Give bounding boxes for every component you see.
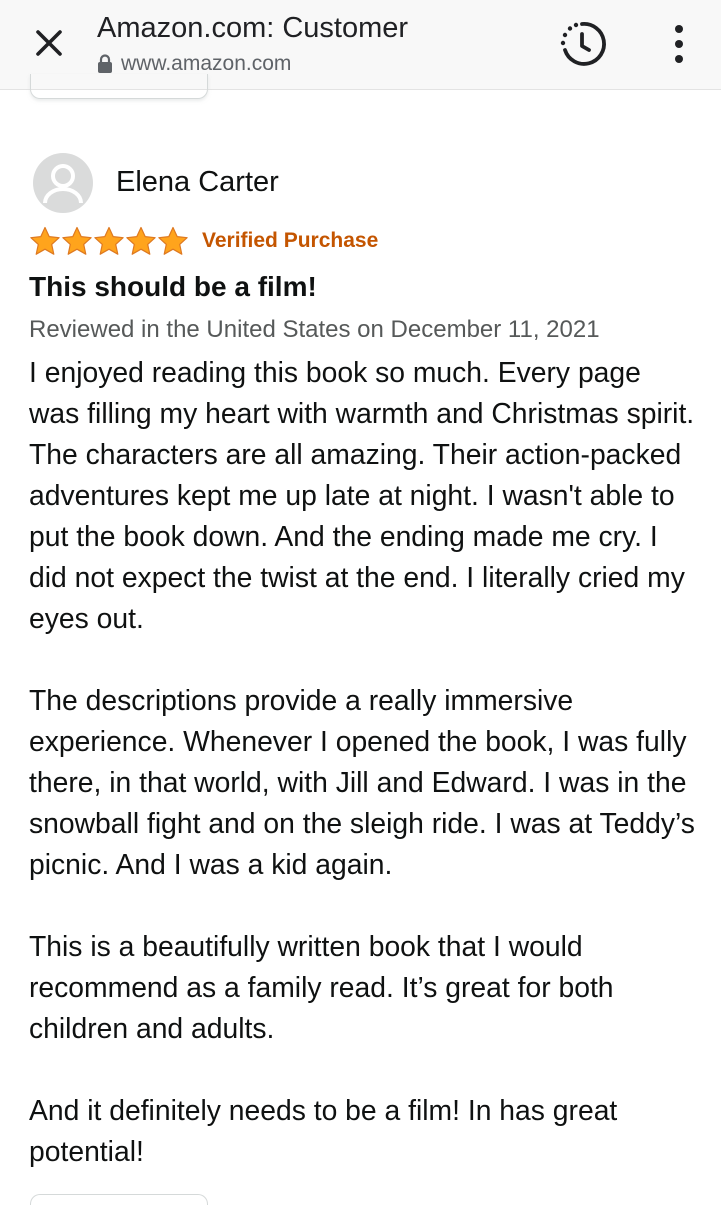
review-paragraph: The descriptions provide a really immers… [29,684,695,880]
star-rating [29,226,189,256]
review-title[interactable]: This should be a film! [29,271,317,303]
review-date: Reviewed in the United States on Decembe… [29,316,600,343]
url-bar[interactable]: www.amazon.com [97,52,291,76]
verified-purchase-badge[interactable]: Verified Purchase [202,229,378,253]
star-icon [62,226,92,255]
url-text: www.amazon.com [121,52,292,75]
review-paragraph: I enjoyed reading this book so much. Eve… [29,356,695,634]
review-body: I enjoyed reading this book so much. Eve… [29,352,699,1213]
previous-button-edge[interactable] [30,74,208,99]
avatar-icon [43,164,83,204]
avatar [33,153,93,213]
history-icon[interactable] [556,18,608,70]
close-icon[interactable] [28,22,70,64]
lock-icon [98,54,112,73]
star-icon [94,226,124,255]
review-paragraph: And it definitely needs to be a film! In… [29,1094,618,1167]
star-icon [30,226,60,255]
star-icon [126,226,156,255]
page-title: Amazon.com: Customer [97,12,409,44]
review-paragraph: This is a beautifully written book that … [29,930,614,1044]
reviewer-name[interactable]: Elena Carter [116,166,279,199]
more-vert-icon[interactable] [664,22,694,66]
star-icon [158,226,188,255]
